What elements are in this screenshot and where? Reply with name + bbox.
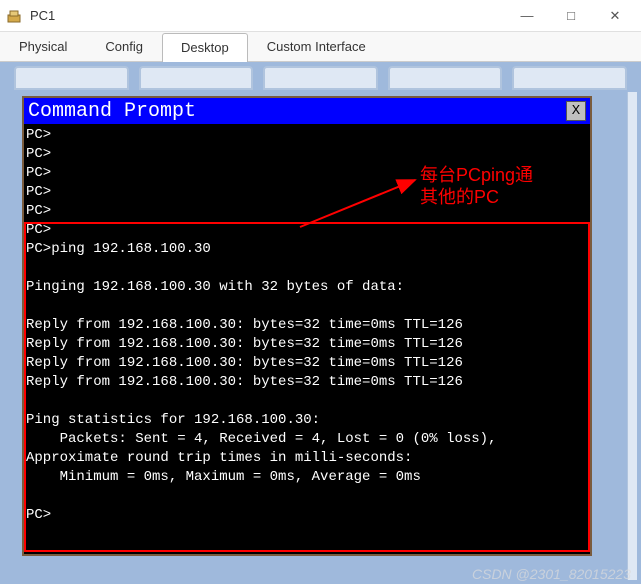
cmd-title: Command Prompt [28, 100, 196, 123]
tab-custom-interface[interactable]: Custom Interface [248, 32, 385, 61]
desktop-edge [627, 92, 637, 580]
window-title: PC1 [30, 8, 505, 23]
tab-bar: Physical Config Desktop Custom Interface [0, 32, 641, 62]
desktop-area: Command Prompt X PC> PC> PC> PC> PC> PC>… [0, 62, 641, 584]
desktop-icon-strip [14, 66, 627, 90]
close-button[interactable]: ✕ [593, 1, 637, 31]
minimize-button[interactable]: — [505, 1, 549, 31]
watermark: CSDN @2301_82015223 [472, 566, 631, 582]
cmd-close-button[interactable]: X [566, 101, 586, 121]
tab-physical[interactable]: Physical [0, 32, 86, 61]
window-controls: — □ ✕ [505, 1, 637, 31]
tab-config[interactable]: Config [86, 32, 162, 61]
annotation-line2: 其他的PC [420, 186, 533, 208]
annotation-line1: 每台PCping通 [420, 164, 533, 186]
maximize-button[interactable]: □ [549, 1, 593, 31]
window-titlebar: PC1 — □ ✕ [0, 0, 641, 32]
app-icon [4, 6, 24, 26]
tab-desktop[interactable]: Desktop [162, 33, 248, 62]
cmd-titlebar[interactable]: Command Prompt X [24, 98, 590, 124]
annotation-text: 每台PCping通 其他的PC [420, 164, 533, 208]
